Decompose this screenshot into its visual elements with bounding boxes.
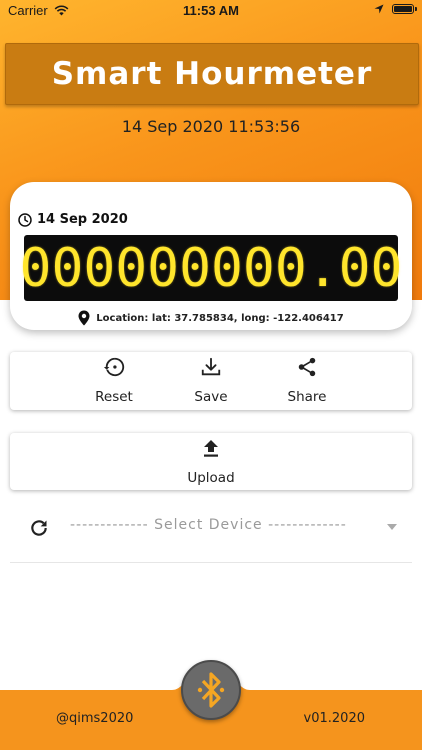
save-label: Save	[194, 389, 228, 405]
reset-button[interactable]: Reset	[74, 356, 154, 405]
footer-version: v01.2020	[303, 711, 365, 726]
location-arrow-icon	[374, 4, 384, 14]
dropdown-caret-icon	[387, 524, 397, 530]
footer-handle: @qims2020	[56, 711, 134, 726]
upload-label: Upload	[187, 470, 235, 486]
upload-icon	[204, 440, 218, 457]
meter-date: 14 Sep 2020	[37, 212, 128, 227]
battery-icon	[392, 4, 417, 14]
status-time: 11:53 AM	[183, 3, 239, 18]
share-icon	[298, 357, 316, 377]
save-button[interactable]: Save	[171, 356, 251, 405]
meter-card: 14 Sep 2020 000000000.00 Location: lat: …	[10, 182, 412, 330]
status-bar: Carrier 11:53 AM	[0, 0, 422, 22]
current-datetime: 14 Sep 2020 11:53:56	[121, 117, 301, 136]
refresh-icon[interactable]	[29, 518, 49, 538]
share-button[interactable]: Share	[267, 356, 347, 405]
map-pin-icon	[78, 310, 90, 326]
device-row: ------------- Select Device ------------…	[10, 508, 412, 548]
upload-button[interactable]: Upload	[10, 439, 412, 486]
bluetooth-icon	[197, 672, 225, 708]
hourmeter-display: 000000000.00	[20, 235, 402, 301]
clock-icon	[18, 212, 32, 227]
device-select-placeholder: ------------- Select Device ------------…	[70, 517, 347, 533]
upload-card: Upload	[10, 433, 412, 490]
reset-label: Reset	[95, 389, 133, 405]
restore-icon	[103, 357, 125, 377]
download-icon	[201, 357, 221, 376]
hourmeter-reading: 000000000.00	[19, 237, 403, 299]
bluetooth-button[interactable]	[181, 660, 241, 720]
divider	[10, 562, 412, 563]
actions-card: Reset Save Share	[10, 352, 412, 410]
location-text: Location: lat: 37.785834, long: -122.406…	[96, 312, 344, 324]
device-select[interactable]: ------------- Select Device ------------…	[70, 517, 400, 533]
share-label: Share	[287, 389, 327, 405]
app-title: Smart Hourmeter	[5, 43, 419, 105]
